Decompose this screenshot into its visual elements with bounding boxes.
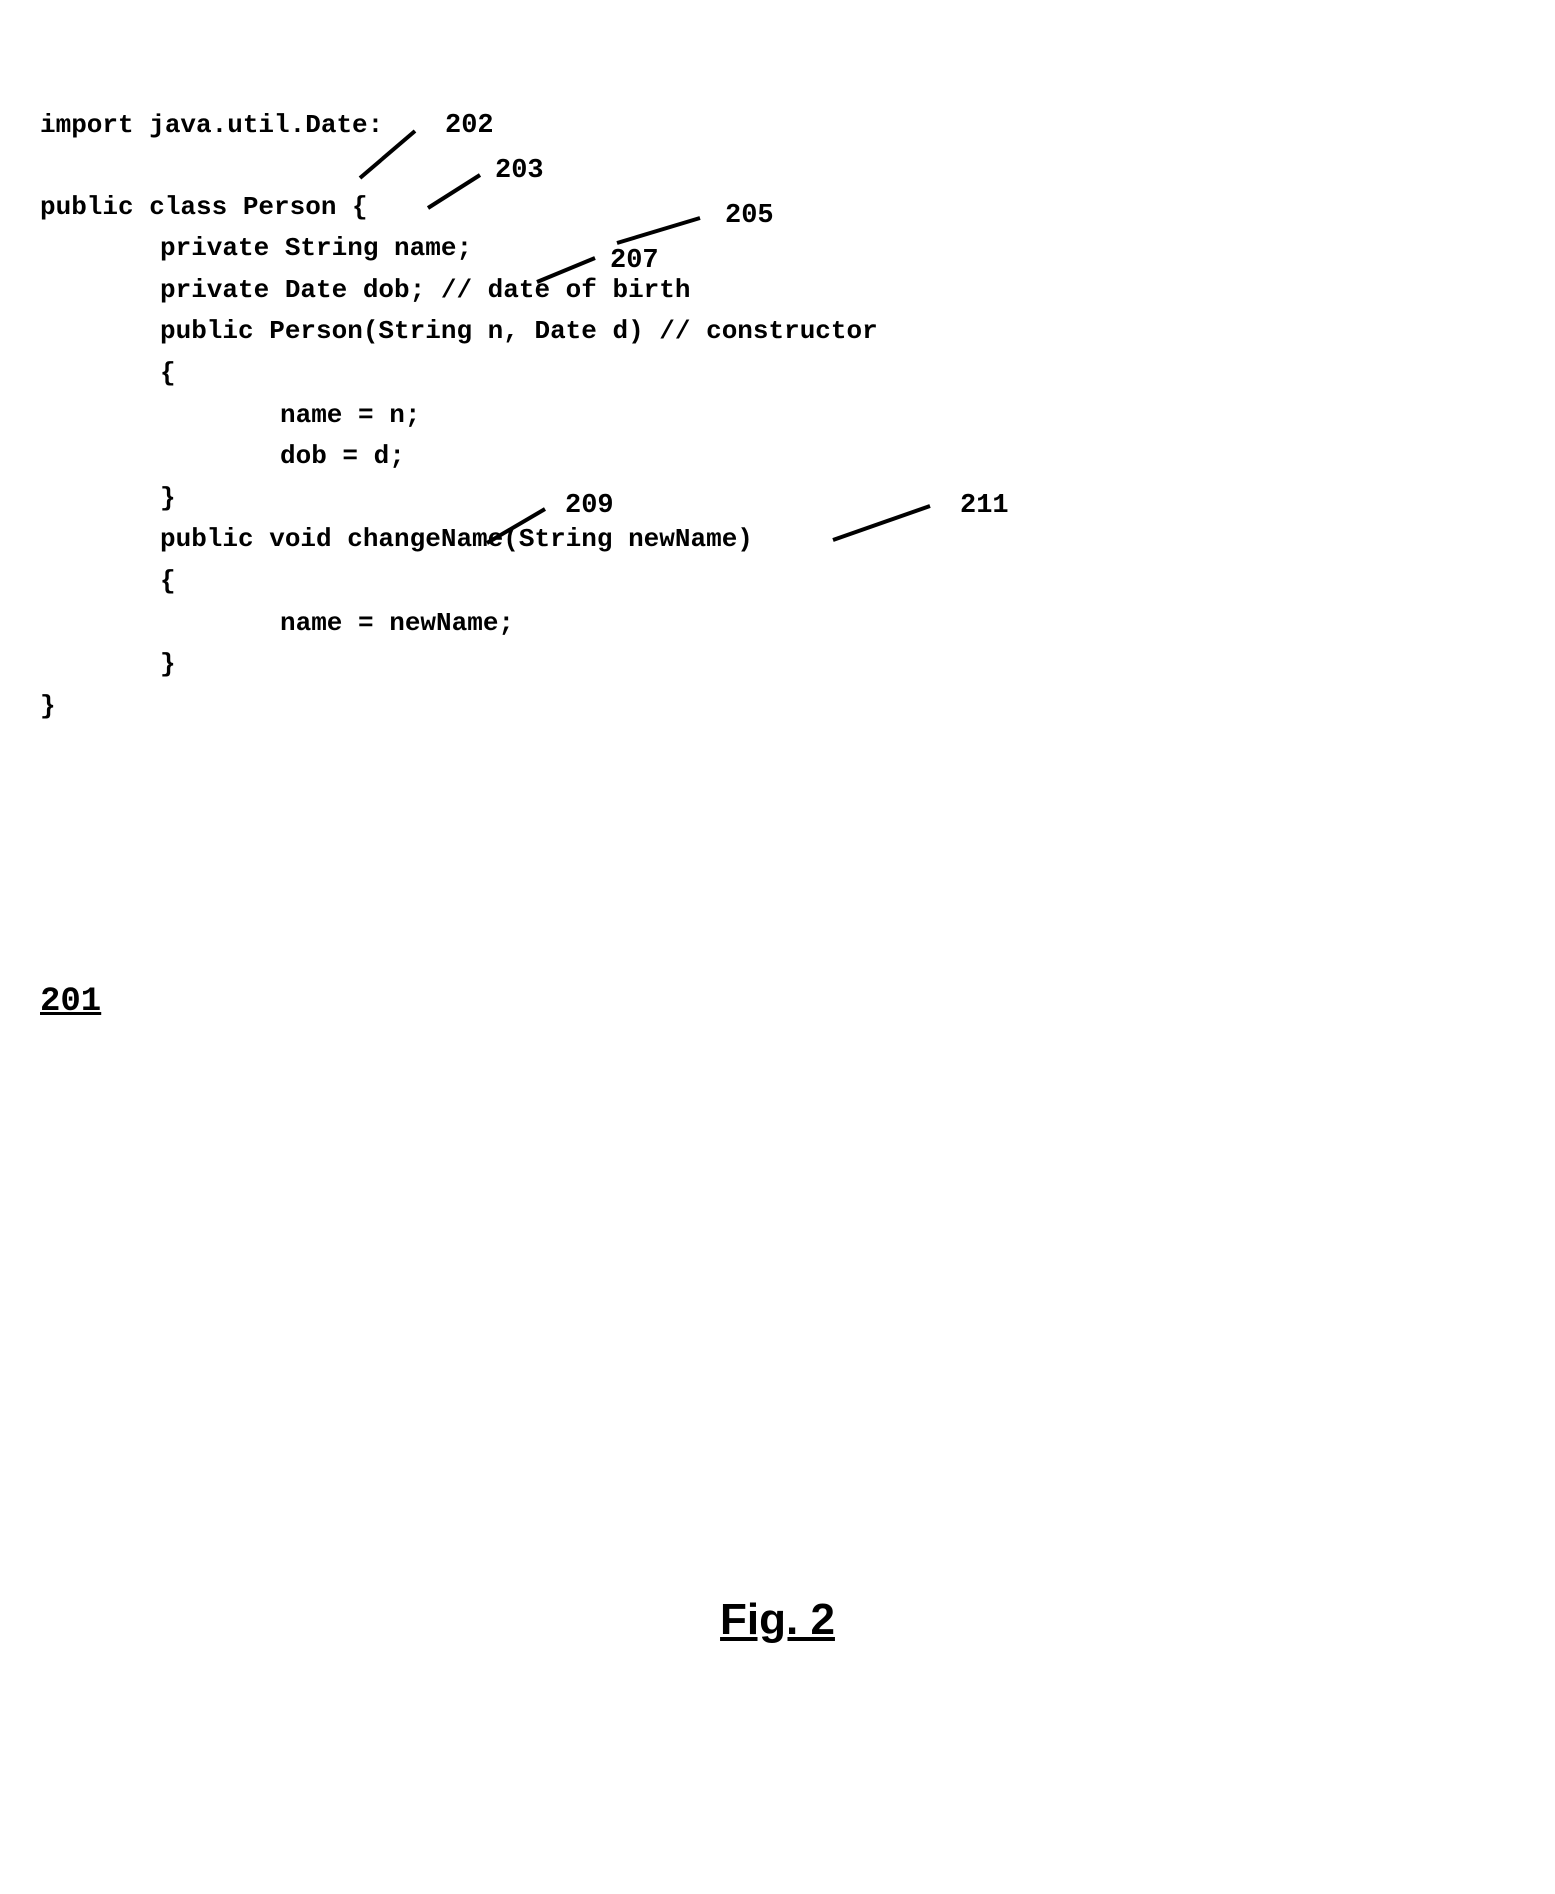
code-line-3: private String name; bbox=[40, 228, 1515, 270]
ref-203: 203 bbox=[495, 150, 544, 193]
pointer-line-203 bbox=[425, 170, 480, 215]
code-line-12: name = newName; bbox=[40, 603, 1515, 645]
code-line-6: { bbox=[40, 353, 1515, 395]
ref-207: 207 bbox=[610, 240, 659, 283]
code-line-13: } bbox=[40, 644, 1515, 686]
code-line-10: public void changeName(String newName) bbox=[40, 519, 1515, 561]
code-line-8: dob = d; bbox=[40, 436, 1515, 478]
code-listing: import java.util.Date: 203 205 public cl… bbox=[40, 105, 1515, 727]
code-line-4: private Date dob; // date of birth bbox=[40, 270, 1515, 312]
ref-211: 211 bbox=[960, 485, 1009, 528]
pointer-line-211 bbox=[830, 500, 935, 545]
figure-caption: Fig. 2 bbox=[720, 1585, 835, 1655]
code-line-1: import java.util.Date: bbox=[40, 105, 1515, 147]
pointer-line-207 bbox=[535, 240, 595, 285]
figure-number-201: 201 bbox=[40, 975, 101, 1029]
code-line-9: } bbox=[40, 478, 1515, 520]
code-line-14: } bbox=[40, 686, 1515, 728]
code-line-5: public Person(String n, Date d) // const… bbox=[40, 311, 1515, 353]
ref-205: 205 bbox=[725, 195, 774, 238]
code-line-7: name = n; bbox=[40, 395, 1515, 437]
pointer-line-209 bbox=[485, 503, 550, 548]
ref-209: 209 bbox=[565, 485, 614, 528]
code-line-11: { bbox=[40, 561, 1515, 603]
code-line-2: public class Person { bbox=[40, 187, 1515, 229]
